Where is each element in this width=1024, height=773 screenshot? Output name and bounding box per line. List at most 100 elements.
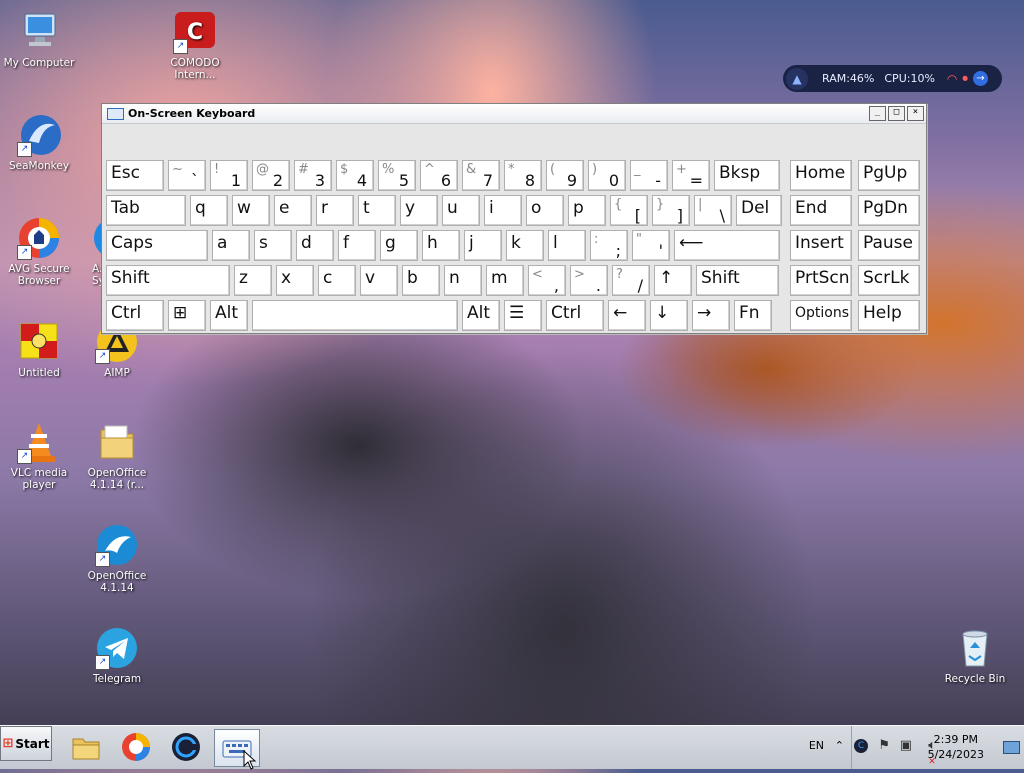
key-f[interactable]: f [338,230,376,261]
key-End[interactable]: End [790,195,852,226]
key-Alt[interactable]: Alt [210,300,248,331]
key-↓[interactable]: ↓ [650,300,688,331]
system-monitor-widget[interactable]: ▲ RAM:46% CPU:10% ◠ ⏺ → [783,65,1002,92]
key-^6[interactable]: ^ 6 [420,160,458,191]
key-Esc[interactable]: Esc [106,160,164,191]
key-Help[interactable]: Help [858,300,920,331]
key-%5[interactable]: % 5 [378,160,416,191]
network-icon[interactable]: ▣ [900,738,912,753]
key-$4[interactable]: $4 [336,160,374,191]
key-ScrLk[interactable]: ScrLk [858,265,920,296]
key-p[interactable]: p [568,195,606,226]
desktop-icon-avg-browser[interactable]: ↗ AVG Secure Browser [0,216,78,287]
key-*8[interactable]: * 8 [504,160,542,191]
desktop-icon-openoffice[interactable]: ↗ OpenOffice 4.1.14 [78,523,156,594]
key-l[interactable]: l [548,230,586,261]
key-⊞[interactable]: ⊞ [168,300,206,331]
key-o[interactable]: o [526,195,564,226]
clock[interactable]: 2:39 PM 5/24/2023 [928,732,984,762]
key-?/[interactable]: ? / [612,265,650,296]
key-→[interactable]: → [692,300,730,331]
key-w[interactable]: w [232,195,270,226]
key-b[interactable]: b [402,265,440,296]
key-space[interactable] [252,300,458,331]
desktop-icon-comodo[interactable]: C ↗ COMODO Intern... [156,10,234,81]
desktop-icon-openoffice-folder[interactable]: OpenOffice 4.1.14 (r... [78,420,156,491]
flag-icon[interactable]: ⚑ [878,738,890,753]
key-_-[interactable]: _ - [630,160,668,191]
key-v[interactable]: v [360,265,398,296]
key-)0[interactable]: ) 0 [588,160,626,191]
key-Bksp[interactable]: Bksp [714,160,780,191]
key-z[interactable]: z [234,265,272,296]
key-{[[interactable]: {[ [610,195,648,226]
key-Del[interactable]: Del [736,195,782,226]
ccleaner-tray-icon[interactable]: C [854,739,868,753]
key-~`[interactable]: ~ ` [168,160,206,191]
taskbar-avg-browser[interactable] [116,729,156,765]
key-Shift[interactable]: Shift [696,265,779,296]
key-u[interactable]: u [442,195,480,226]
key-q[interactable]: q [190,195,228,226]
key-:;[interactable]: :; [590,230,628,261]
key-☰[interactable]: ☰ [504,300,542,331]
key-Caps[interactable]: Caps [106,230,208,261]
key-g[interactable]: g [380,230,418,261]
key-|\[interactable]: | \ [694,195,732,226]
key-Home[interactable]: Home [790,160,852,191]
key-#3[interactable]: #3 [294,160,332,191]
key-⟵[interactable]: ⟵ [674,230,780,261]
show-desktop-button[interactable] [1003,741,1020,754]
key-}][interactable]: }] [652,195,690,226]
key-@2[interactable]: @2 [252,160,290,191]
key-<,[interactable]: <, [528,265,566,296]
key-Ctrl[interactable]: Ctrl [546,300,604,331]
desktop-icon-vlc[interactable]: ↗ VLC media player [0,420,78,491]
key-y[interactable]: y [400,195,438,226]
desktop-icon-telegram[interactable]: ↗ Telegram [78,626,156,685]
key-e[interactable]: e [274,195,312,226]
key-c[interactable]: c [318,265,356,296]
key-k[interactable]: k [506,230,544,261]
key-Fn[interactable]: Fn [734,300,772,331]
taskbar-ccleaner[interactable] [166,729,206,765]
key-Shift[interactable]: Shift [106,265,230,296]
arrow-right-icon[interactable]: → [972,71,988,86]
key-i[interactable]: i [484,195,522,226]
key-+=[interactable]: + = [672,160,710,191]
key-t[interactable]: t [358,195,396,226]
desktop-icon-untitled[interactable]: Untitled [0,320,78,379]
key-n[interactable]: n [444,265,482,296]
on-screen-keyboard-window[interactable]: On-Screen Keyboard _ □ × Esc ~ `! 1 @2 #3 $4% 5… [101,103,927,334]
key-j[interactable]: j [464,230,502,261]
desktop-icon-recycle-bin[interactable]: Recycle Bin [936,626,1014,685]
key-m[interactable]: m [486,265,524,296]
start-button[interactable]: ⊞ Start [0,726,52,761]
key-Pause[interactable]: Pause [858,230,920,261]
key-a[interactable]: a [212,230,250,261]
key-Tab[interactable]: Tab [106,195,186,226]
key-r[interactable]: r [316,195,354,226]
key-!1[interactable]: ! 1 [210,160,248,191]
key-x[interactable]: x [276,265,314,296]
key->.[interactable]: >. [570,265,608,296]
desktop-icon-my-computer[interactable]: My Computer [0,10,78,69]
key-h[interactable]: h [422,230,460,261]
key-PgUp[interactable]: PgUp [858,160,920,191]
key-Alt[interactable]: Alt [462,300,500,331]
desktop-icon-seamonkey[interactable]: ↗ SeaMonkey [0,113,78,172]
key-&7[interactable]: & 7 [462,160,500,191]
language-indicator[interactable]: EN [809,739,824,752]
key-Insert[interactable]: Insert [790,230,852,261]
key-Options[interactable]: Options [790,300,852,331]
key-(9[interactable]: (9 [546,160,584,191]
key-PgDn[interactable]: PgDn [858,195,920,226]
key-"'[interactable]: " ' [632,230,670,261]
taskbar-file-explorer[interactable] [66,729,106,765]
key-Ctrl[interactable]: Ctrl [106,300,164,331]
key-d[interactable]: d [296,230,334,261]
key-←[interactable]: ← [608,300,646,331]
key-PrtScn[interactable]: PrtScn [790,265,852,296]
key-↑[interactable]: ↑ [654,265,692,296]
key-s[interactable]: s [254,230,292,261]
